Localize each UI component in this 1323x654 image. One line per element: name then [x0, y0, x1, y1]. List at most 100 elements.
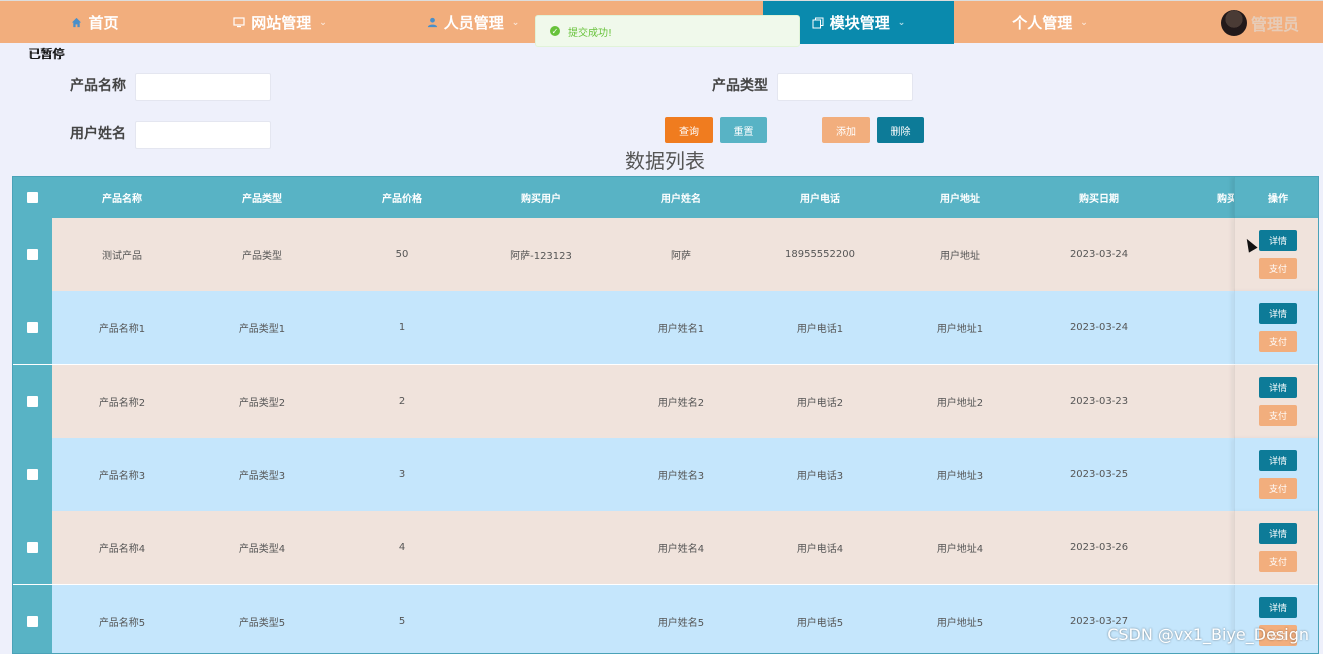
nav-item-site-management[interactable]: 网站管理 ⌄	[210, 1, 350, 44]
monitor-icon	[233, 17, 245, 28]
table-row: 产品名称2 产品类型2 2 用户姓名2 用户电话2 用户地址2 2023-03-23 详情支付	[13, 364, 1318, 438]
check-circle-icon: ✓	[550, 26, 560, 36]
header-user-phone: 用户电话	[800, 194, 840, 205]
table-row: 测试产品 产品类型 50 阿萨-123123 阿萨 18955552200 用户地址 2023…	[13, 218, 1318, 291]
cell-user-phone: 用户电话2	[796, 397, 844, 409]
row-checkbox-cell	[13, 364, 52, 438]
cell-user-name: 用户姓名1	[657, 324, 705, 336]
cell-user-name: 用户姓名2	[657, 397, 705, 409]
detail-button[interactable]: 详情	[1259, 376, 1297, 398]
row-checkbox-cell	[13, 218, 52, 291]
detail-button[interactable]: 详情	[1259, 230, 1297, 251]
cell-user-name: 用户姓名3	[657, 470, 705, 482]
cell-product-price: 4	[398, 542, 406, 554]
cell-purchase-date: 2023-03-25	[1069, 468, 1129, 480]
cell-user-name: 阿萨	[671, 251, 691, 262]
pay-button[interactable]: 支付	[1259, 331, 1297, 353]
cell-user-address: 用户地址	[940, 251, 980, 262]
cell-user-phone: 用户电话5	[796, 617, 844, 629]
row-checkbox[interactable]	[27, 615, 38, 627]
admin-menu[interactable]: 管理员	[1210, 1, 1310, 44]
cell-user-phone: 用户电话4	[796, 544, 844, 556]
success-toast: ✓ 提交成功!	[535, 15, 800, 47]
cell-product-price: 2	[398, 395, 406, 407]
query-button[interactable]: 查询	[665, 117, 713, 143]
add-button[interactable]: 添加	[822, 117, 870, 143]
nav-item-label: 人员管理	[443, 14, 504, 32]
copy-icon	[812, 17, 824, 29]
cell-user-address: 用户地址3	[936, 470, 984, 482]
cell-product-name: 产品名称1	[98, 324, 146, 336]
nav-item-label: 个人管理	[1012, 14, 1073, 32]
list-title: 数据列表	[625, 149, 705, 173]
pay-button[interactable]: 支付	[1259, 551, 1297, 573]
chevron-down-icon: ⌄	[319, 17, 327, 28]
data-table: 产品名称 产品类型 产品价格 购买用户 用户姓名 用户电话 用户地址 购买日期 …	[12, 176, 1319, 654]
admin-name: 管理员	[1250, 14, 1299, 34]
detail-button[interactable]: 详情	[1259, 449, 1297, 471]
row-checkbox[interactable]	[27, 249, 38, 260]
row-checkbox-cell	[13, 437, 52, 511]
reset-button[interactable]: 重置	[720, 117, 767, 143]
cell-product-name: 产品名称4	[98, 544, 146, 556]
nav-item-label: 模块管理	[829, 14, 890, 32]
cell-buyer: 阿萨-123123	[510, 251, 572, 262]
cell-user-phone: 用户电话3	[796, 470, 844, 482]
product-name-input[interactable]	[135, 73, 271, 101]
select-all-checkbox-cell	[13, 177, 52, 218]
cell-product-name: 产品名称2	[98, 397, 146, 409]
row-checkbox[interactable]	[27, 322, 38, 334]
cell-product-price: 3	[398, 468, 406, 480]
cell-user-address: 用户地址2	[936, 397, 984, 409]
header-purchase-date: 购买日期	[1079, 194, 1119, 205]
cell-user-name: 用户姓名5	[657, 617, 705, 629]
pay-button[interactable]: 支付	[1259, 404, 1297, 426]
delete-button[interactable]: 删除	[877, 117, 924, 143]
toast-message: 提交成功!	[568, 27, 613, 39]
header-buyer: 购买用户	[521, 194, 561, 205]
select-all-checkbox[interactable]	[27, 192, 38, 203]
cell-product-type: 产品类型2	[238, 397, 286, 409]
row-actions: 详情 支付	[1234, 511, 1318, 585]
chevron-down-icon: ⌄	[1080, 17, 1088, 28]
cell-user-address: 用户地址5	[936, 617, 984, 629]
nav-item-personal-management[interactable]: 个人管理 ⌄	[985, 1, 1115, 44]
pay-button[interactable]: 支付	[1259, 258, 1297, 279]
row-checkbox[interactable]	[27, 395, 38, 407]
nav-item-people-management[interactable]: 人员管理 ⌄	[403, 1, 543, 44]
row-checkbox-cell	[13, 291, 52, 365]
detail-button[interactable]: 详情	[1259, 303, 1297, 325]
paused-indicator: 已暂停	[28, 47, 65, 61]
cell-user-name: 用户姓名4	[657, 544, 705, 556]
cell-purchase-date: 2023-03-26	[1069, 542, 1129, 554]
row-checkbox[interactable]	[27, 468, 38, 480]
table-row: 产品名称1 产品类型1 1 用户姓名1 用户电话1 用户地址1 2023-03-24 详情 支付	[13, 291, 1318, 365]
cell-purchase-date: 2023-03-23	[1069, 395, 1129, 407]
header-actions-label: 操作	[1268, 194, 1288, 205]
header-user-name: 用户姓名	[661, 194, 701, 205]
cell-product-price: 5	[398, 615, 406, 627]
cell-user-phone: 用户电话1	[796, 324, 844, 336]
chevron-down-icon: ⌄	[511, 17, 520, 28]
cell-product-price: 50	[395, 249, 409, 260]
product-type-input[interactable]	[777, 73, 913, 101]
row-actions: 详情 支付	[1234, 218, 1318, 291]
nav-item-home[interactable]: 首页	[40, 1, 150, 44]
product-type-label: 产品类型	[712, 78, 768, 94]
cell-product-type: 产品类型5	[238, 617, 286, 629]
header-user-address: 用户地址	[940, 194, 980, 205]
cell-product-type: 产品类型3	[238, 470, 286, 482]
cell-product-type: 产品类型4	[238, 544, 286, 556]
row-checkbox-cell	[13, 511, 52, 585]
user-icon	[427, 17, 438, 28]
row-checkbox[interactable]	[27, 542, 38, 554]
cell-purchase-date: 2023-03-24	[1069, 322, 1129, 334]
detail-button[interactable]: 详情	[1259, 596, 1297, 618]
pay-button[interactable]: 支付	[1259, 477, 1297, 499]
row-actions: 详情 支付	[1234, 291, 1318, 365]
header-product-name: 产品名称	[102, 194, 142, 205]
row-actions: 详情 支付	[1234, 364, 1318, 438]
cell-product-price: 1	[398, 322, 406, 334]
avatar	[1220, 9, 1247, 36]
detail-button[interactable]: 详情	[1259, 523, 1297, 545]
